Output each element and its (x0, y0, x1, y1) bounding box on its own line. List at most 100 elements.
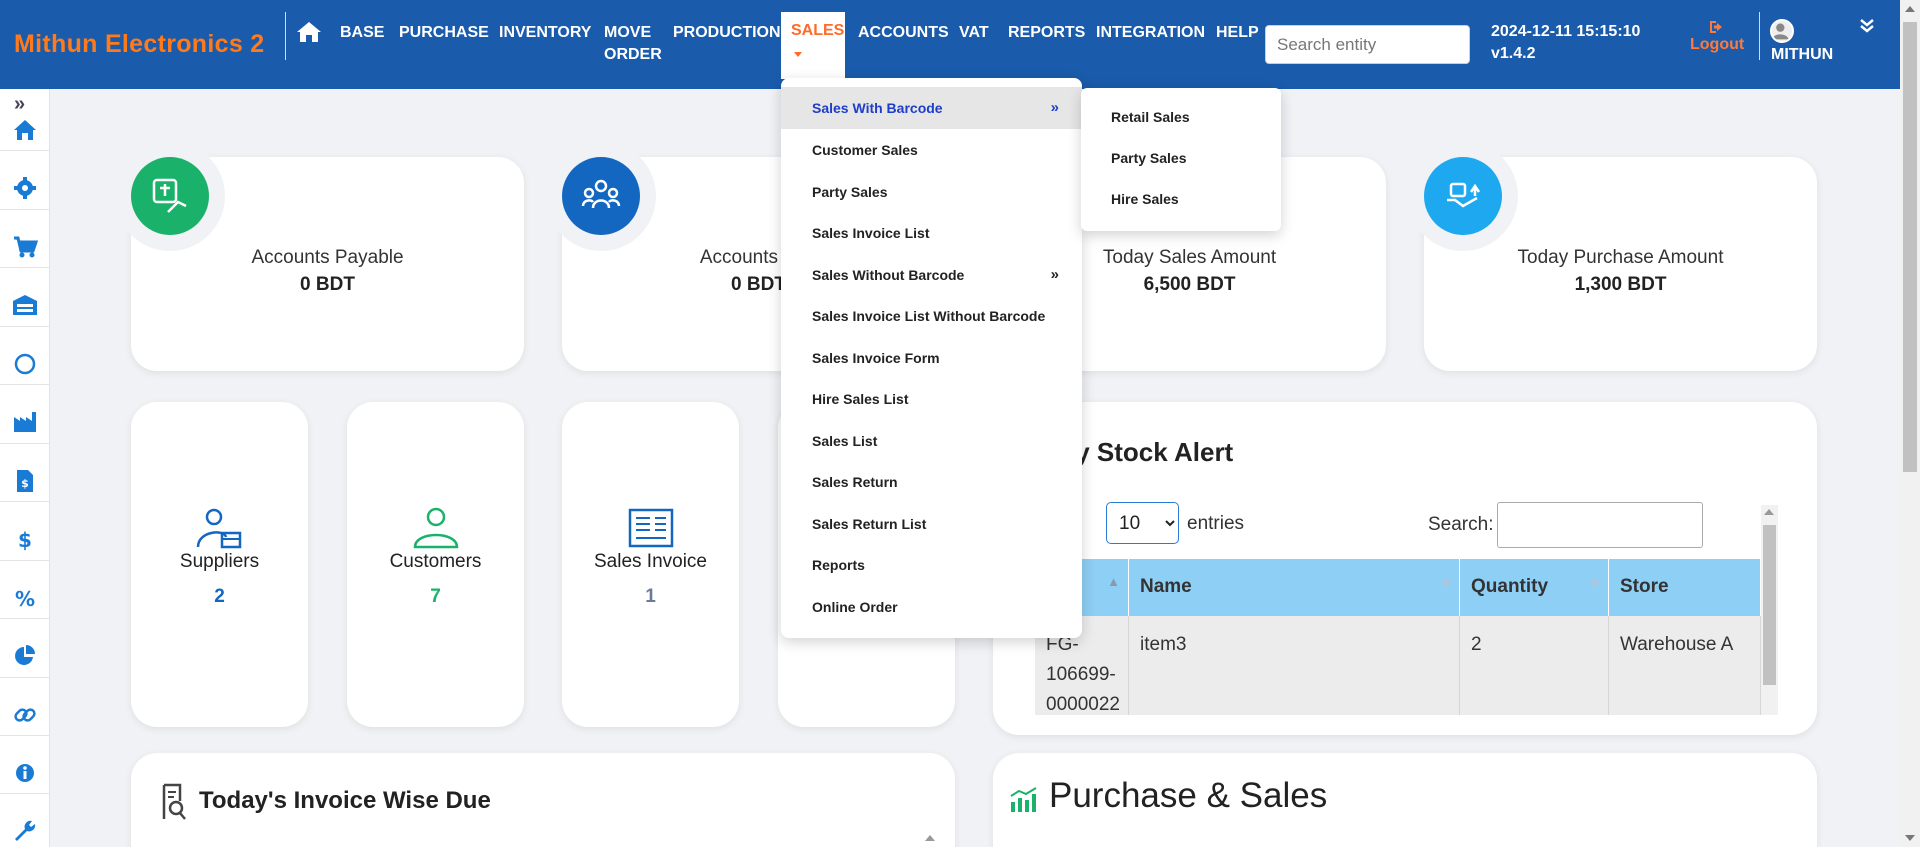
scrollbar-thumb[interactable] (1763, 525, 1776, 685)
customer-icon (413, 507, 458, 549)
card-value: 1,300 BDT (1574, 274, 1667, 295)
nav-accounts[interactable]: ACCOUNTS (858, 22, 949, 44)
sidebar: » $ $ % (0, 89, 50, 847)
hand-money-icon (1424, 157, 1502, 235)
menu-item-reports[interactable]: Reports (781, 544, 1082, 586)
svg-text:%: % (15, 587, 35, 611)
table-scrollbar[interactable] (1761, 505, 1778, 715)
menu-item-hire-sales-list[interactable]: Hire Sales List (781, 378, 1082, 420)
percent-icon[interactable]: % (12, 585, 38, 611)
search-label: Search: (1428, 514, 1494, 535)
column-header-label: Name (1140, 576, 1192, 597)
factory-icon[interactable] (12, 409, 38, 435)
scrollbar-thumb[interactable] (1903, 22, 1917, 472)
nav-purchase[interactable]: PURCHASE (399, 22, 489, 44)
suppliers-card[interactable]: Suppliers 2 (131, 402, 308, 727)
submenu-item-hire-sales[interactable]: Hire Sales (1081, 179, 1281, 219)
brand-logo[interactable]: Mithun Electronics 2 (14, 30, 264, 59)
menu-item-label: Sales With Barcode (812, 100, 943, 116)
nav-integration[interactable]: INTEGRATION (1096, 22, 1205, 44)
menu-item-sales-without-barcode[interactable]: Sales Without Barcode » (781, 254, 1082, 296)
avatar[interactable] (1770, 19, 1794, 43)
username[interactable]: MITHUN (1771, 46, 1833, 64)
receipt-search-icon (162, 783, 186, 820)
sales-invoice-card[interactable]: Sales Invoice 1 (562, 402, 739, 727)
nav-production[interactable]: PRODUCTION (673, 22, 781, 44)
nav-move-order[interactable]: MOVE ORDER (604, 22, 662, 66)
double-chevron-down-icon[interactable] (1860, 18, 1874, 35)
page-scrollbar[interactable] (1900, 0, 1920, 847)
datetime-text: 2024-12-11 15:15:10 (1491, 23, 1641, 40)
nav-reports[interactable]: REPORTS (1008, 22, 1085, 44)
circle-icon[interactable] (12, 351, 38, 377)
submenu-arrow-icon: » (1050, 266, 1059, 283)
logout-label: Logout (1690, 36, 1745, 53)
gear-icon[interactable] (12, 175, 38, 201)
sidebar-divider (0, 677, 50, 678)
nav-vat[interactable]: VAT (959, 22, 989, 44)
menu-item-party-sales[interactable]: Party Sales (781, 171, 1082, 213)
stat-label: Suppliers (179, 551, 260, 572)
wrench-icon[interactable] (12, 818, 38, 844)
logout-button[interactable]: Logout (1690, 20, 1744, 56)
version-text: v1.4.2 (1491, 45, 1536, 62)
warehouse-icon[interactable] (12, 292, 38, 318)
menu-item-sales-return[interactable]: Sales Return (781, 461, 1082, 503)
supplier-icon (196, 508, 241, 549)
sidebar-toggle-icon[interactable]: » (14, 93, 25, 116)
home-icon[interactable] (296, 20, 322, 44)
info-icon[interactable] (12, 760, 38, 786)
menu-item-sales-list[interactable]: Sales List (781, 420, 1082, 462)
invoice-due-title: Today's Invoice Wise Due (199, 787, 491, 814)
sales-dropdown-menu: Sales With Barcode » Customer Sales Part… (781, 78, 1082, 638)
menu-item-sales-invoice-form[interactable]: Sales Invoice Form (781, 337, 1082, 379)
home-icon[interactable] (12, 117, 38, 143)
column-header-name[interactable]: Name ◆ (1129, 559, 1460, 616)
nav-move-order-line1: MOVE (604, 24, 652, 41)
pie-chart-icon[interactable] (12, 643, 38, 669)
search-entity-input[interactable] (1265, 25, 1470, 64)
table-search-input[interactable] (1497, 502, 1703, 548)
stat-value: 1 (645, 586, 656, 607)
submenu-item-retail-sales[interactable]: Retail Sales (1081, 97, 1281, 137)
column-header-store[interactable]: Store (1609, 559, 1761, 616)
sidebar-divider (0, 267, 50, 268)
sidebar-divider (0, 384, 50, 385)
sort-icon: ◆ (1441, 574, 1451, 589)
scroll-up-icon[interactable] (1764, 509, 1774, 515)
sidebar-divider (0, 326, 50, 327)
nav-help[interactable]: HELP (1216, 22, 1259, 44)
document-dollar-icon[interactable]: $ (12, 468, 38, 494)
customers-card[interactable]: Customers 7 (347, 402, 524, 727)
logout-icon (1710, 21, 1723, 33)
entries-select[interactable]: 10 (1106, 502, 1179, 544)
link-icon[interactable] (12, 702, 38, 728)
card-title: Today Purchase Amount (1517, 247, 1724, 268)
dollar-icon[interactable]: $ (12, 526, 38, 552)
sidebar-divider (0, 793, 50, 794)
users-icon (562, 157, 640, 235)
scroll-up-icon[interactable] (925, 835, 935, 841)
column-header-label: Quantity (1471, 576, 1549, 597)
submenu-item-party-sales[interactable]: Party Sales (1081, 138, 1281, 178)
sidebar-divider (0, 501, 50, 502)
nav-inventory[interactable]: INVENTORY (499, 22, 591, 44)
menu-item-sales-return-list[interactable]: Sales Return List (781, 503, 1082, 545)
menu-item-sales-with-barcode[interactable]: Sales With Barcode » (781, 87, 1082, 129)
card-title: Accounts Payable (251, 247, 404, 268)
column-header-quantity[interactable]: Quantity ◆ (1460, 559, 1609, 616)
scroll-up-icon[interactable] (1905, 6, 1915, 12)
navbar-divider (1759, 12, 1760, 60)
entries-label: entries (1187, 513, 1245, 534)
menu-item-online-order[interactable]: Online Order (781, 586, 1082, 628)
stat-value: 2 (214, 586, 225, 607)
nav-sales[interactable]: SALES (781, 12, 845, 79)
menu-item-sales-invoice-list-without-barcode[interactable]: Sales Invoice List Without Barcode (781, 295, 1082, 337)
table-cell-name: item3 (1129, 616, 1460, 715)
menu-item-customer-sales[interactable]: Customer Sales (781, 129, 1082, 171)
nav-sales-label: SALES (791, 22, 845, 39)
scroll-down-icon[interactable] (1905, 835, 1915, 841)
menu-item-sales-invoice-list[interactable]: Sales Invoice List (781, 212, 1082, 254)
cart-icon[interactable] (12, 234, 38, 260)
nav-base[interactable]: BASE (340, 22, 384, 44)
